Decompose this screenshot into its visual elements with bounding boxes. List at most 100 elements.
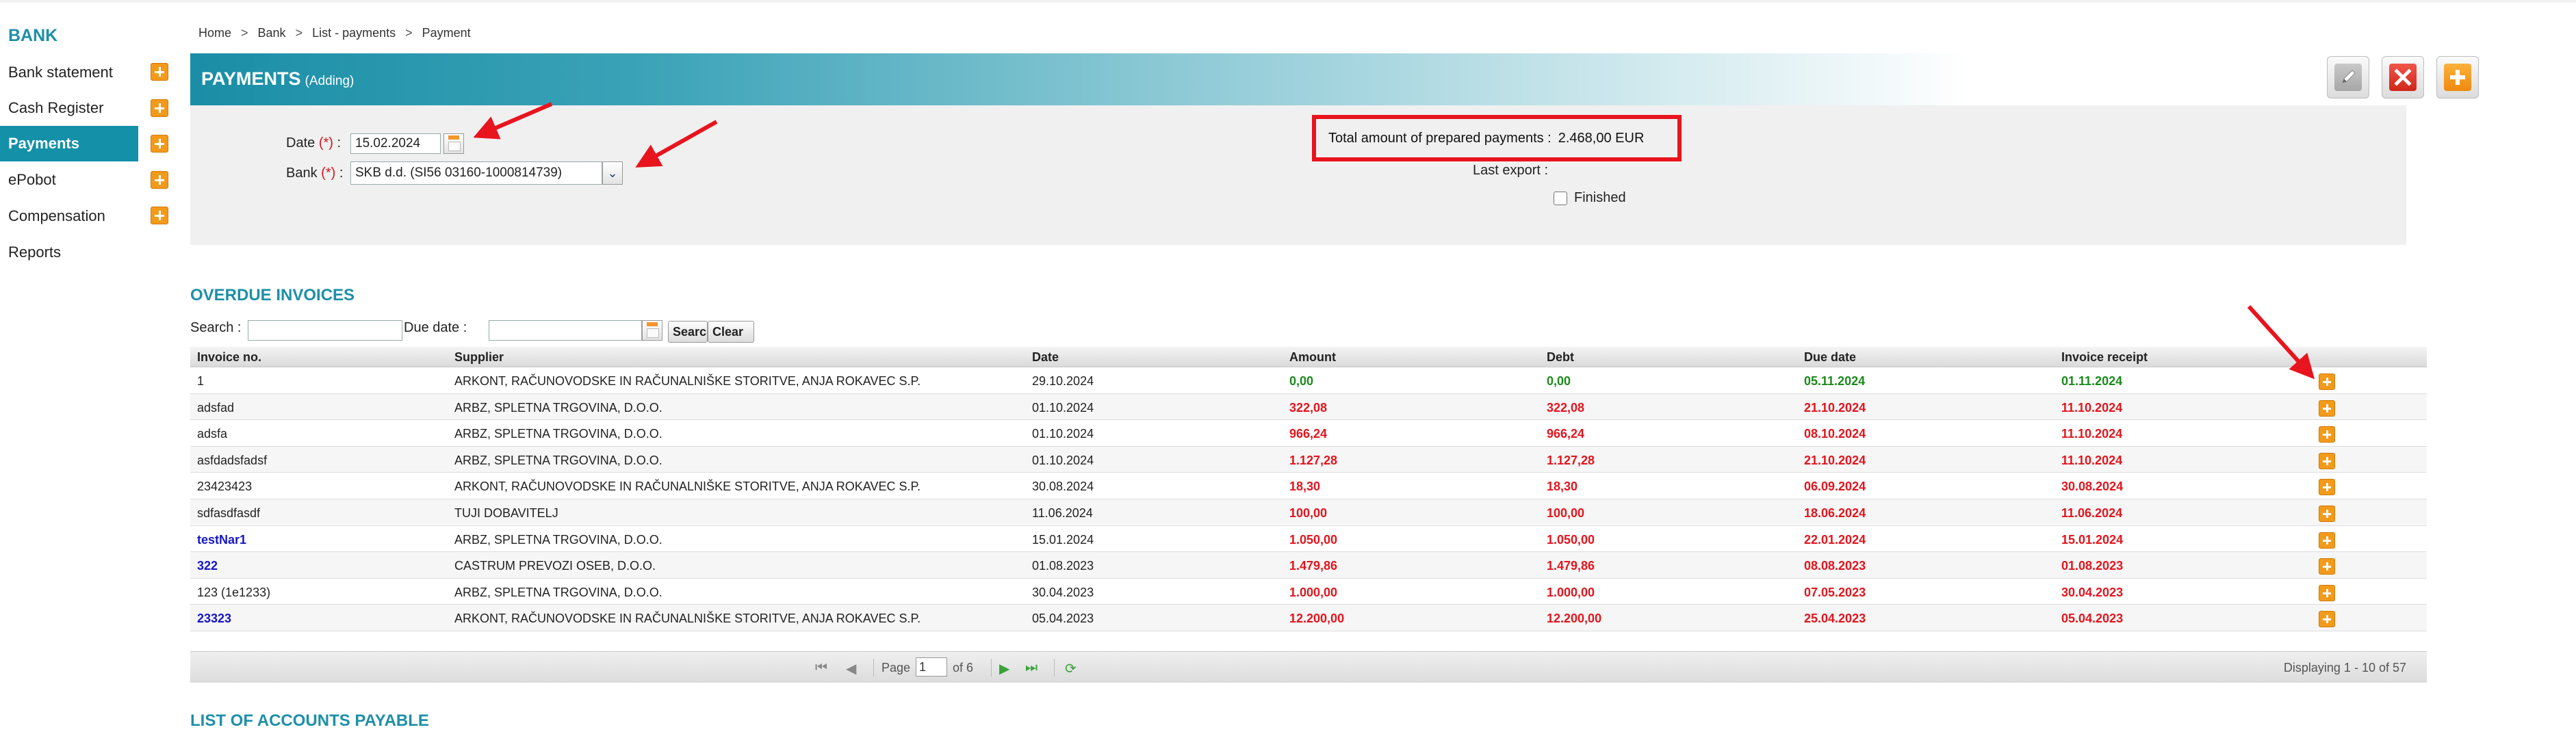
refresh-icon[interactable]: ⟳ [1065, 660, 1077, 677]
sidebar-item-compensation[interactable]: Compensation [0, 198, 138, 234]
add-button[interactable] [2436, 56, 2479, 99]
total-value: 2.468,00 EUR [1558, 130, 1645, 146]
add-epobot-icon[interactable] [151, 171, 168, 189]
bank-select[interactable]: SKB d.d. (SI56 03160-1000814739) [350, 161, 602, 185]
clear-button[interactable]: Clear [708, 321, 754, 343]
column-header[interactable]: Invoice receipt [2061, 350, 2148, 365]
amount-cell: 1.479,86 [1289, 559, 1338, 573]
debt-cell: 0,00 [1547, 374, 1571, 388]
add-to-payment-icon[interactable] [2319, 558, 2335, 575]
invoice-number-cell[interactable]: testNar1 [197, 533, 246, 547]
breadcrumb-separator: > [405, 26, 413, 40]
sidebar-item-epobot[interactable]: ePobot [0, 162, 138, 198]
last-page-icon[interactable]: ⏭ [1025, 660, 1038, 676]
invoice-number-cell[interactable]: 23323 [197, 612, 231, 626]
add-to-payment-icon[interactable] [2319, 399, 2335, 417]
breadcrumb-separator: > [241, 26, 248, 40]
first-page-icon[interactable]: ⏮ [815, 660, 827, 676]
column-header[interactable]: Supplier [454, 350, 504, 365]
page-count: of 6 [953, 661, 974, 674]
invoice-receipt-cell: 01.11.2024 [2061, 374, 2123, 388]
debt-cell: 1.479,86 [1547, 559, 1595, 573]
column-header[interactable]: Debt [1547, 350, 1574, 365]
due-date-cell: 07.05.2023 [1804, 585, 1866, 599]
next-page-icon[interactable]: ▶ [999, 660, 1009, 677]
due-date-cell: 21.10.2024 [1804, 400, 1866, 415]
due-date-label: Due date : [404, 320, 467, 335]
invoice-receipt-cell: 30.04.2023 [2061, 585, 2124, 599]
page-header: PAYMENTS (Adding) [190, 53, 1970, 105]
page-number-input[interactable]: 1 [916, 657, 947, 677]
table-row[interactable]: 23423423 ARKONT, RAČUNOVODSKE IN RAČUNALN… [190, 473, 2427, 499]
invoice-receipt-cell: 11.10.2024 [2061, 453, 2123, 467]
calendar-icon[interactable] [443, 133, 464, 154]
add-to-payment-icon[interactable] [2319, 452, 2335, 469]
add-to-payment-icon[interactable] [2319, 532, 2335, 549]
breadcrumb-bank[interactable]: Bank [258, 26, 286, 40]
sidebar-title: BANK [8, 26, 58, 45]
add-to-payment-icon[interactable] [2319, 373, 2335, 390]
amount-cell: 0,00 [1289, 374, 1314, 388]
amount-cell: 322,08 [1289, 400, 1328, 415]
edit-button[interactable] [2327, 56, 2369, 99]
sidebar-item-cash-register[interactable]: Cash Register [0, 90, 138, 126]
add-compensation-icon[interactable] [151, 207, 168, 224]
sidebar-item-bank-statement[interactable]: Bank statement [0, 55, 138, 90]
date-label: Date (*) : [286, 135, 341, 151]
table-row[interactable]: testNar1 ARBZ, SPLETNA TRGOVINA, D.O.O. 15… [190, 525, 2427, 553]
page-label: Page [881, 661, 911, 674]
add-payment-icon[interactable] [151, 135, 168, 153]
add-to-payment-icon[interactable] [2319, 584, 2335, 601]
label-colon: : [337, 135, 342, 150]
date-cell: 11.06.2024 [1032, 506, 1093, 520]
add-cash-register-icon[interactable] [151, 99, 168, 117]
sidebar-item-reports[interactable]: Reports [0, 235, 138, 270]
column-header[interactable]: Date [1032, 350, 1059, 365]
column-header[interactable]: Due date [1804, 350, 1856, 365]
breadcrumb-home[interactable]: Home [198, 26, 231, 40]
prev-page-icon[interactable]: ◀ [846, 660, 856, 677]
add-to-payment-icon[interactable] [2319, 505, 2335, 522]
column-header[interactable]: Amount [1289, 350, 1336, 365]
due-date-cell: 25.04.2023 [1804, 612, 1866, 626]
breadcrumb-list-payments[interactable]: List - payments [312, 26, 396, 40]
debt-cell: 100,00 [1547, 506, 1585, 520]
app-root: BANK Bank statement Cash Register Paymen… [0, 0, 2576, 734]
pencil-icon [2334, 64, 2362, 91]
search-input[interactable] [248, 320, 402, 341]
due-date-input[interactable] [489, 320, 642, 341]
finished-checkbox[interactable] [1554, 192, 1567, 205]
add-bank-statement-icon[interactable] [151, 63, 168, 81]
supplier-cell: ARBZ, SPLETNA TRGOVINA, D.O.O. [454, 427, 662, 441]
debt-cell: 12.200,00 [1547, 612, 1602, 626]
table-row[interactable]: adsfa ARBZ, SPLETNA TRGOVINA, D.O.O. 01.10… [190, 420, 2427, 447]
add-to-payment-icon[interactable] [2319, 479, 2335, 496]
table-row[interactable]: asfdadsfadsf ARBZ, SPLETNA TRGOVINA, D.O.… [190, 446, 2427, 473]
date-cell: 01.10.2024 [1032, 400, 1094, 415]
supplier-cell: ARKONT, RAČUNOVODSKE IN RAČUNALNIŠKE STO… [454, 374, 921, 388]
invoice-number-cell: 1 [197, 374, 205, 388]
add-to-payment-icon[interactable] [2319, 611, 2335, 628]
table-row[interactable]: 23323 ARKONT, RAČUNOVODSKE IN RAČUNALNIŠK… [190, 605, 2427, 631]
required-marker: (*) [318, 135, 333, 150]
table-body: 1 ARKONT, RAČUNOVODSKE IN RAČUNALNIŠKE ST… [190, 367, 2427, 631]
date-cell: 01.10.2024 [1032, 453, 1094, 467]
chevron-down-icon[interactable]: ⌄ [602, 161, 623, 185]
table-row[interactable]: 322 CASTRUM PREVOZI OSEB, D.O.O. 01.08.202… [190, 552, 2427, 579]
date-input[interactable]: 15.02.2024 [350, 133, 441, 154]
table-row[interactable]: adsfad ARBZ, SPLETNA TRGOVINA, D.O.O. 01.1… [190, 393, 2427, 421]
due-date-cell: 18.06.2024 [1804, 506, 1866, 520]
table-row[interactable]: sdfasdfasdf TUJI DOBAVITELJ 11.06.2024 100,… [190, 499, 2427, 526]
sidebar-item-payments[interactable]: Payments [0, 126, 138, 161]
date-label-text: Date [286, 135, 315, 150]
delete-button[interactable] [2382, 56, 2424, 99]
supplier-cell: ARKONT, RAČUNOVODSKE IN RAČUNALNIŠKE STO… [454, 612, 921, 626]
search-button[interactable]: Search [668, 321, 708, 343]
column-header[interactable]: Invoice no. [197, 350, 261, 365]
table-row[interactable]: 1 ARKONT, RAČUNOVODSKE IN RAČUNALNIŠKE ST… [190, 367, 2427, 394]
calendar-icon[interactable] [642, 320, 662, 341]
invoice-number-cell[interactable]: 322 [197, 559, 218, 573]
add-to-payment-icon[interactable] [2319, 426, 2335, 443]
amount-cell: 1.127,28 [1289, 453, 1338, 467]
table-row[interactable]: 123 (1e1233) ARBZ, SPLETNA TRGOVINA, D.O.… [190, 578, 2427, 605]
